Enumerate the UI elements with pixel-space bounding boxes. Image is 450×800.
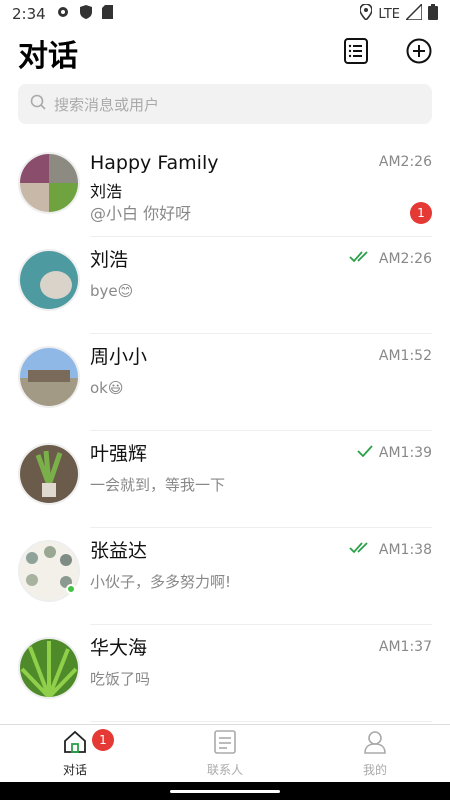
search-placeholder: 搜索消息或用户 <box>54 95 160 114</box>
chat-time: AM2:26 <box>378 251 432 267</box>
avatar <box>18 249 80 311</box>
chat-sender: 刘浩 <box>90 182 123 201</box>
avatar <box>18 443 80 505</box>
avatar <box>18 346 80 408</box>
chat-message: 吃饭了吗 <box>90 670 151 688</box>
chat-row[interactable]: 周小小 ok😃 AM1:52 <box>0 334 450 431</box>
contacts-list-button[interactable] <box>344 38 368 68</box>
user-icon <box>364 730 386 757</box>
double-check-icon <box>349 251 373 267</box>
status-time: 2:34 <box>12 5 46 23</box>
chat-list: Happy Family 刘浩 @小白 你好呀 AM2:26 1 刘浩 bye😊… <box>0 140 450 724</box>
network-type: LTE <box>378 6 400 22</box>
tab-label: 联系人 <box>206 762 243 777</box>
system-nav-bar <box>0 782 450 800</box>
shield-icon <box>79 5 92 23</box>
chat-time: AM1:38 <box>378 542 432 558</box>
contacts-icon <box>214 729 236 757</box>
page-title: 对话 <box>18 39 78 74</box>
chat-message: 小伙子，多多努力啊! <box>90 573 232 591</box>
search-input[interactable]: 搜索消息或用户 <box>18 84 432 124</box>
chat-message: 一会就到，等我一下 <box>90 476 226 494</box>
settings-icon <box>56 5 70 23</box>
tab-me[interactable]: 我的 <box>300 725 450 782</box>
tab-label: 我的 <box>362 762 387 777</box>
home-icon <box>63 730 87 757</box>
chat-row[interactable]: Happy Family 刘浩 @小白 你好呀 AM2:26 1 <box>0 140 450 237</box>
battery-icon <box>428 4 438 24</box>
app-header: 对话 <box>0 28 450 78</box>
tab-label: 对话 <box>62 762 87 777</box>
avatar <box>18 637 80 699</box>
chat-row[interactable]: 叶强辉 一会就到，等我一下 AM1:39 <box>0 431 450 528</box>
chat-message: ok😃 <box>90 379 124 397</box>
chat-time: AM1:39 <box>378 445 432 461</box>
tab-badge: 1 <box>92 729 114 751</box>
double-check-icon <box>349 542 373 558</box>
status-bar: 2:34 LTE <box>0 0 450 28</box>
add-button[interactable] <box>406 38 432 68</box>
chat-row[interactable]: 刘浩 bye😊 AM2:26 <box>0 237 450 334</box>
chat-time: AM1:37 <box>378 639 432 655</box>
sd-card-icon <box>101 5 113 23</box>
chat-message: bye😊 <box>90 282 134 300</box>
chat-time: AM2:26 <box>378 154 432 170</box>
home-gesture-handle[interactable] <box>170 790 280 793</box>
tab-contacts[interactable]: 联系人 <box>150 725 300 782</box>
search-icon <box>30 94 46 114</box>
location-icon <box>359 3 374 24</box>
chat-message: @小白 你好呀 <box>90 204 192 223</box>
unread-badge: 1 <box>410 202 432 224</box>
tab-conversations[interactable]: 对话 1 <box>0 725 150 782</box>
avatar <box>18 152 80 214</box>
chat-row[interactable]: 张益达 小伙子，多多努力啊! AM1:38 <box>0 528 450 625</box>
check-icon <box>357 445 373 461</box>
chat-time: AM1:52 <box>378 348 432 364</box>
signal-icon <box>404 2 423 24</box>
tab-bar: 对话 1 联系人 我的 <box>0 724 450 782</box>
online-indicator <box>66 584 76 594</box>
chat-row[interactable]: 华大海 吃饭了吗 AM1:37 <box>0 625 450 722</box>
